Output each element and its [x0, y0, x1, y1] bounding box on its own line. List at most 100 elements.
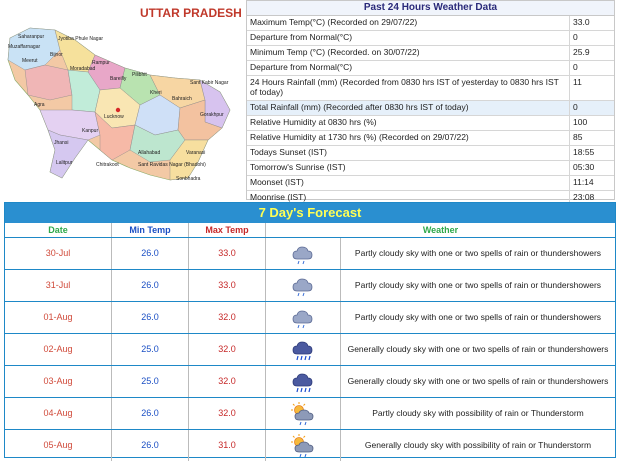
forecast-date: 31-Jul	[5, 270, 112, 301]
forecast-description: Partly cloudy sky with one or two spells…	[354, 312, 602, 322]
forecast-max-temp: 33.0	[189, 238, 266, 269]
forecast-row: 03-Aug 25.0 32.0 Generally cloudy sky with …	[5, 366, 615, 398]
map-label: Agra	[34, 102, 45, 108]
map-label: Jyotiba Phule Nagar	[58, 36, 104, 42]
forecast-date: 05-Aug	[5, 430, 112, 461]
weather-row: Minimum Temp (°C) (Recorded. on 30/07/22…	[247, 46, 614, 61]
weather-row-label: Tomorrow's Sunrise (IST)	[247, 161, 570, 175]
cloud-light-rain-icon	[266, 270, 341, 301]
weather-row: Maximum Temp(°C) (Recorded on 29/07/22) 3…	[247, 16, 614, 31]
header-date: Date	[5, 223, 112, 237]
forecast-max-temp: 31.0	[189, 430, 266, 461]
forecast-min-temp: 25.0	[112, 334, 189, 365]
forecast-title: 7 Day's Forecast	[5, 203, 615, 223]
map-label: Varanasi	[186, 150, 206, 156]
map-title: UTTAR PRADESH	[140, 6, 242, 20]
weather-row-value: 0	[573, 32, 578, 42]
map-label: Saharanpur	[18, 34, 45, 40]
weather-row-value: 05:30	[573, 162, 595, 172]
weather-row-label: Todays Sunset (IST)	[247, 146, 570, 160]
map-label: Bijnor	[50, 52, 63, 58]
map-label: Kanpur	[82, 128, 99, 134]
map-label: Sant Ravidas Nagar (Bhadohi)	[138, 162, 206, 168]
forecast-max-temp: 32.0	[189, 302, 266, 333]
weather-row-label: Moonset (IST)	[247, 176, 570, 190]
weather-row: Relative Humidity at 1730 hrs (%) (Recor…	[247, 131, 614, 146]
map-label: Bareilly	[110, 76, 127, 82]
forecast-min-temp: 26.0	[112, 398, 189, 429]
map-label: Lucknow	[104, 114, 124, 120]
forecast-row: 01-Aug 26.0 32.0 Partly cloudy sky with one…	[5, 302, 615, 334]
weather-row-value: 18:55	[573, 147, 595, 157]
weather-row: Relative Humidity at 0830 hrs (%) 100	[247, 116, 614, 131]
forecast-description: Generally cloudy sky with one or two spe…	[347, 344, 609, 354]
forecast-max-temp: 32.0	[189, 334, 266, 365]
forecast-date: 30-Jul	[5, 238, 112, 269]
map-label: Gorakhpur	[200, 112, 224, 118]
map-label: Lalitpur	[56, 160, 73, 166]
district-map: UTTAR PRADESH Saharanpur Muzaffarnagar J…	[0, 0, 246, 200]
lucknow-marker	[115, 107, 121, 113]
forecast-header-row: Date Min Temp Max Temp Weather	[5, 223, 615, 238]
forecast-date: 03-Aug	[5, 366, 112, 397]
weather-row: Total Rainfall (mm) (Recorded after 0830…	[247, 101, 614, 116]
weather-row-value: 0	[573, 102, 578, 112]
uttar-pradesh-map-svg	[7, 27, 231, 181]
weather-table-title: Past 24 Hours Weather Data	[247, 1, 614, 16]
header-weather: Weather	[422, 225, 459, 235]
weather-row-value: 0	[573, 62, 578, 72]
weather-row-label: Total Rainfall (mm) (Recorded after 0830…	[247, 101, 570, 115]
header-max-temp: Max Temp	[189, 223, 266, 237]
forecast-description: Partly cloudy sky with one or two spells…	[354, 248, 602, 258]
weather-row-value: 100	[573, 117, 588, 127]
weather-row: Tomorrow's Sunrise (IST) 05:30	[247, 161, 614, 176]
map-label: Sant Kabir Nagar	[190, 80, 229, 86]
forecast-rows: 30-Jul 26.0 33.0 Partly cloudy sky with one…	[5, 238, 615, 461]
weather-row-label: Minimum Temp (°C) (Recorded. on 30/07/22…	[247, 46, 570, 60]
forecast-max-temp: 32.0	[189, 366, 266, 397]
weather-rows: Maximum Temp(°C) (Recorded on 29/07/22) 3…	[247, 16, 614, 205]
map-label: Moradabad	[70, 66, 96, 72]
weather-row-value: 85	[573, 132, 583, 142]
forecast-row: 04-Aug 26.0 32.0 Partly cloudy sky with pos…	[5, 398, 615, 430]
forecast-min-temp: 26.0	[112, 430, 189, 461]
weather-row-value: 11:14	[573, 177, 594, 187]
map-label: Sonbhadra	[176, 176, 201, 182]
weather-row-label: Maximum Temp(°C) (Recorded on 29/07/22)	[247, 16, 570, 30]
map-label: Chitrakoot	[96, 162, 119, 168]
weather-data-table: Past 24 Hours Weather Data Maximum Temp(…	[246, 0, 615, 205]
weather-row-value: 11	[573, 77, 582, 87]
sun-cloud-rain-icon	[266, 430, 341, 461]
weather-row-value: 25.9	[573, 47, 590, 57]
forecast-min-temp: 26.0	[112, 238, 189, 269]
header-min-temp: Min Temp	[112, 223, 189, 237]
weather-row-value: 33.0	[573, 17, 590, 27]
forecast-table: 7 Day's Forecast Date Min Temp Max Temp …	[4, 202, 616, 461]
forecast-date: 04-Aug	[5, 398, 112, 429]
map-label: Allahabad	[138, 150, 161, 156]
weather-row-label: Relative Humidity at 1730 hrs (%) (Recor…	[247, 131, 570, 145]
weather-row-label: 24 Hours Rainfall (mm) (Recorded from 08…	[247, 76, 570, 100]
forecast-description: Partly cloudy sky with possibility of ra…	[372, 408, 584, 418]
weather-row: 24 Hours Rainfall (mm) (Recorded from 08…	[247, 76, 614, 101]
map-label: Muzaffarnagar	[8, 44, 41, 50]
forecast-row: 02-Aug 25.0 32.0 Generally cloudy sky with …	[5, 334, 615, 366]
weather-row-label: Departure from Normal(°C)	[247, 31, 570, 45]
cloud-light-rain-icon	[266, 302, 341, 333]
forecast-description: Generally cloudy sky with possibility of…	[364, 440, 592, 450]
weather-row-label: Departure from Normal(°C)	[247, 61, 570, 75]
cloud-rain-icon	[266, 366, 341, 397]
forecast-description: Partly cloudy sky with one or two spells…	[354, 280, 602, 290]
cloud-rain-icon	[266, 334, 341, 365]
map-label: Pilibhit	[132, 72, 147, 78]
forecast-max-temp: 32.0	[189, 398, 266, 429]
sun-cloud-rain-icon	[266, 398, 341, 429]
forecast-row: 30-Jul 26.0 33.0 Partly cloudy sky with one…	[5, 238, 615, 270]
forecast-max-temp: 33.0	[189, 270, 266, 301]
forecast-date: 01-Aug	[5, 302, 112, 333]
weather-row: Departure from Normal(°C) 0	[247, 61, 614, 76]
map-label: Jhansi	[54, 140, 69, 146]
forecast-row: 31-Jul 26.0 33.0 Partly cloudy sky with one…	[5, 270, 615, 302]
cloud-light-rain-icon	[266, 238, 341, 269]
weather-row: Moonset (IST) 11:14	[247, 176, 614, 191]
